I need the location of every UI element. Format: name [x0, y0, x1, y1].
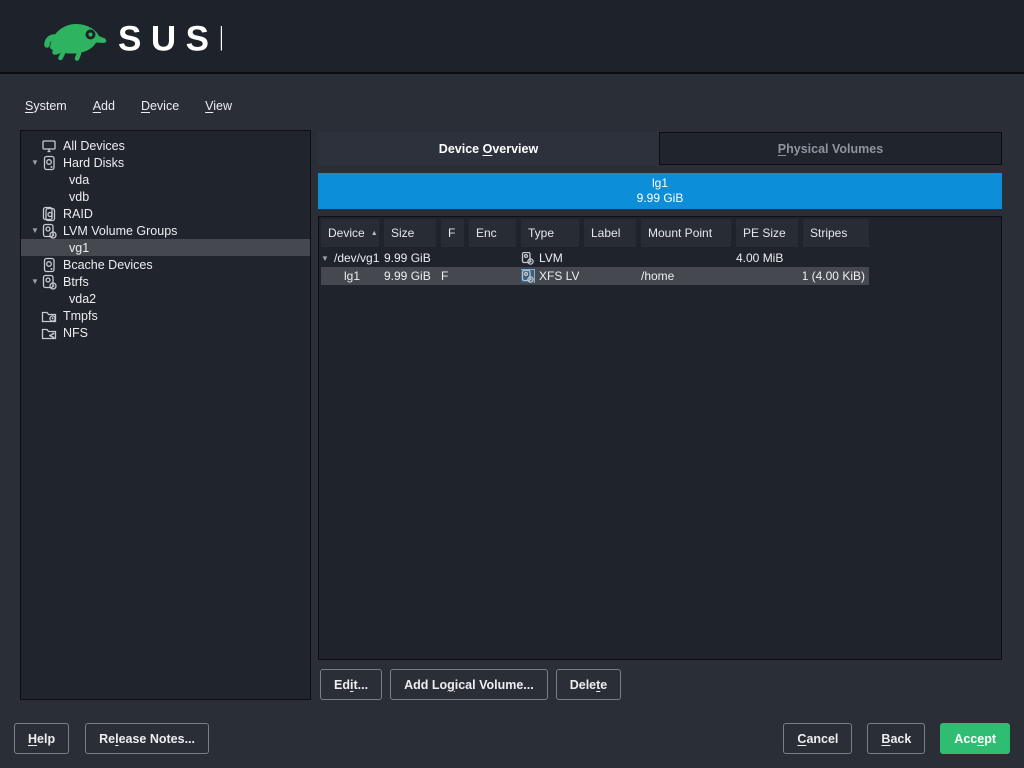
- menu-system[interactable]: System: [25, 99, 67, 113]
- raid-icon: [41, 206, 57, 222]
- hard-disk-icon: [41, 257, 57, 273]
- table-row-dev-vg1[interactable]: ▼ /dev/vg1 9.99 GiB LVM 4.00 MiB: [321, 249, 869, 267]
- sidebar-item-vda2[interactable]: vda2: [21, 290, 310, 307]
- table-row-lg1[interactable]: lg1 9.99 GiB F XFS LV /home 1 (4.00 KiB): [321, 267, 869, 285]
- tmpfs-folder-icon: [41, 308, 57, 324]
- suse-logo: SUSE: [26, 12, 222, 65]
- expander-down-icon[interactable]: ▼: [29, 158, 41, 167]
- xfs-lv-type-icon: [521, 270, 534, 283]
- expander-down-icon[interactable]: ▼: [29, 226, 41, 235]
- accept-button[interactable]: Accept: [940, 723, 1010, 754]
- column-header-f[interactable]: F: [441, 219, 464, 247]
- menu-device[interactable]: Device: [141, 99, 179, 113]
- menubar: System Add Device View: [25, 99, 232, 113]
- edit-button[interactable]: Edit...: [320, 669, 382, 700]
- column-header-label[interactable]: Label: [584, 219, 636, 247]
- volume-name: lg1: [318, 176, 1002, 191]
- hard-disk-icon: [41, 155, 57, 171]
- table-header-row: Device▲ Size F Enc Type Label Mount Poin…: [321, 219, 1001, 247]
- delete-button[interactable]: Delete: [556, 669, 622, 700]
- sidebar-item-lvm-volume-groups[interactable]: ▼ LVM Volume Groups: [21, 222, 310, 239]
- column-header-enc[interactable]: Enc: [469, 219, 516, 247]
- column-header-mount-point[interactable]: Mount Point: [641, 219, 731, 247]
- expander-down-icon[interactable]: ▼: [29, 277, 41, 286]
- computer-icon: [41, 138, 57, 154]
- sort-asc-icon: ▲: [371, 230, 378, 237]
- chameleon-icon: [47, 24, 106, 59]
- column-header-size[interactable]: Size: [384, 219, 436, 247]
- sidebar-item-tmpfs[interactable]: Tmpfs: [21, 307, 310, 324]
- column-header-type[interactable]: Type: [521, 219, 579, 247]
- row-expander-down-icon[interactable]: ▼: [321, 254, 334, 263]
- column-header-stripes[interactable]: Stripes: [803, 219, 869, 247]
- lvm-type-icon: [521, 252, 534, 265]
- sidebar-item-bcache-devices[interactable]: Bcache Devices: [21, 256, 310, 273]
- volume-size: 9.99 GiB: [318, 191, 1002, 206]
- release-notes-button[interactable]: Release Notes...: [85, 723, 209, 754]
- footer-left: Help Release Notes...: [14, 723, 209, 754]
- help-button[interactable]: Help: [14, 723, 69, 754]
- brand-wordmark: SUSE: [118, 20, 222, 59]
- sidebar-item-hard-disks[interactable]: ▼ Hard Disks: [21, 154, 310, 171]
- volume-summary-bar: lg1 9.99 GiB: [318, 173, 1002, 209]
- sidebar-item-btrfs[interactable]: ▼ Btrfs: [21, 273, 310, 290]
- sidebar-item-vg1[interactable]: vg1: [21, 239, 310, 256]
- tab-device-overview[interactable]: Device Overview: [318, 132, 659, 165]
- column-header-pe-size[interactable]: PE Size: [736, 219, 798, 247]
- menu-view[interactable]: View: [205, 99, 232, 113]
- lvm-icon: [41, 223, 57, 239]
- lvm-icon: [41, 274, 57, 290]
- table-actions: Edit... Add Logical Volume... Delete: [320, 669, 621, 700]
- menu-add[interactable]: Add: [93, 99, 115, 113]
- cancel-button[interactable]: Cancel: [783, 723, 852, 754]
- sidebar-item-raid[interactable]: RAID: [21, 205, 310, 222]
- device-tree-panel: All Devices ▼ Hard Disks vda vdb RAID ▼ …: [20, 130, 311, 700]
- column-header-device[interactable]: Device▲: [321, 219, 379, 247]
- tab-physical-volumes[interactable]: Physical Volumes: [659, 132, 1002, 165]
- brand-header: SUSE: [0, 0, 1024, 74]
- sidebar-item-vda[interactable]: vda: [21, 171, 310, 188]
- tab-bar: Device Overview Physical Volumes: [318, 132, 1002, 165]
- sidebar-item-all-devices[interactable]: All Devices: [21, 137, 310, 154]
- sidebar-item-nfs[interactable]: NFS: [21, 324, 310, 341]
- footer-right: Cancel Back Accept: [783, 723, 1010, 754]
- nfs-folder-icon: [41, 325, 57, 341]
- device-table: Device▲ Size F Enc Type Label Mount Poin…: [318, 216, 1002, 660]
- back-button[interactable]: Back: [867, 723, 925, 754]
- add-logical-volume-button[interactable]: Add Logical Volume...: [390, 669, 548, 700]
- sidebar-item-vdb[interactable]: vdb: [21, 188, 310, 205]
